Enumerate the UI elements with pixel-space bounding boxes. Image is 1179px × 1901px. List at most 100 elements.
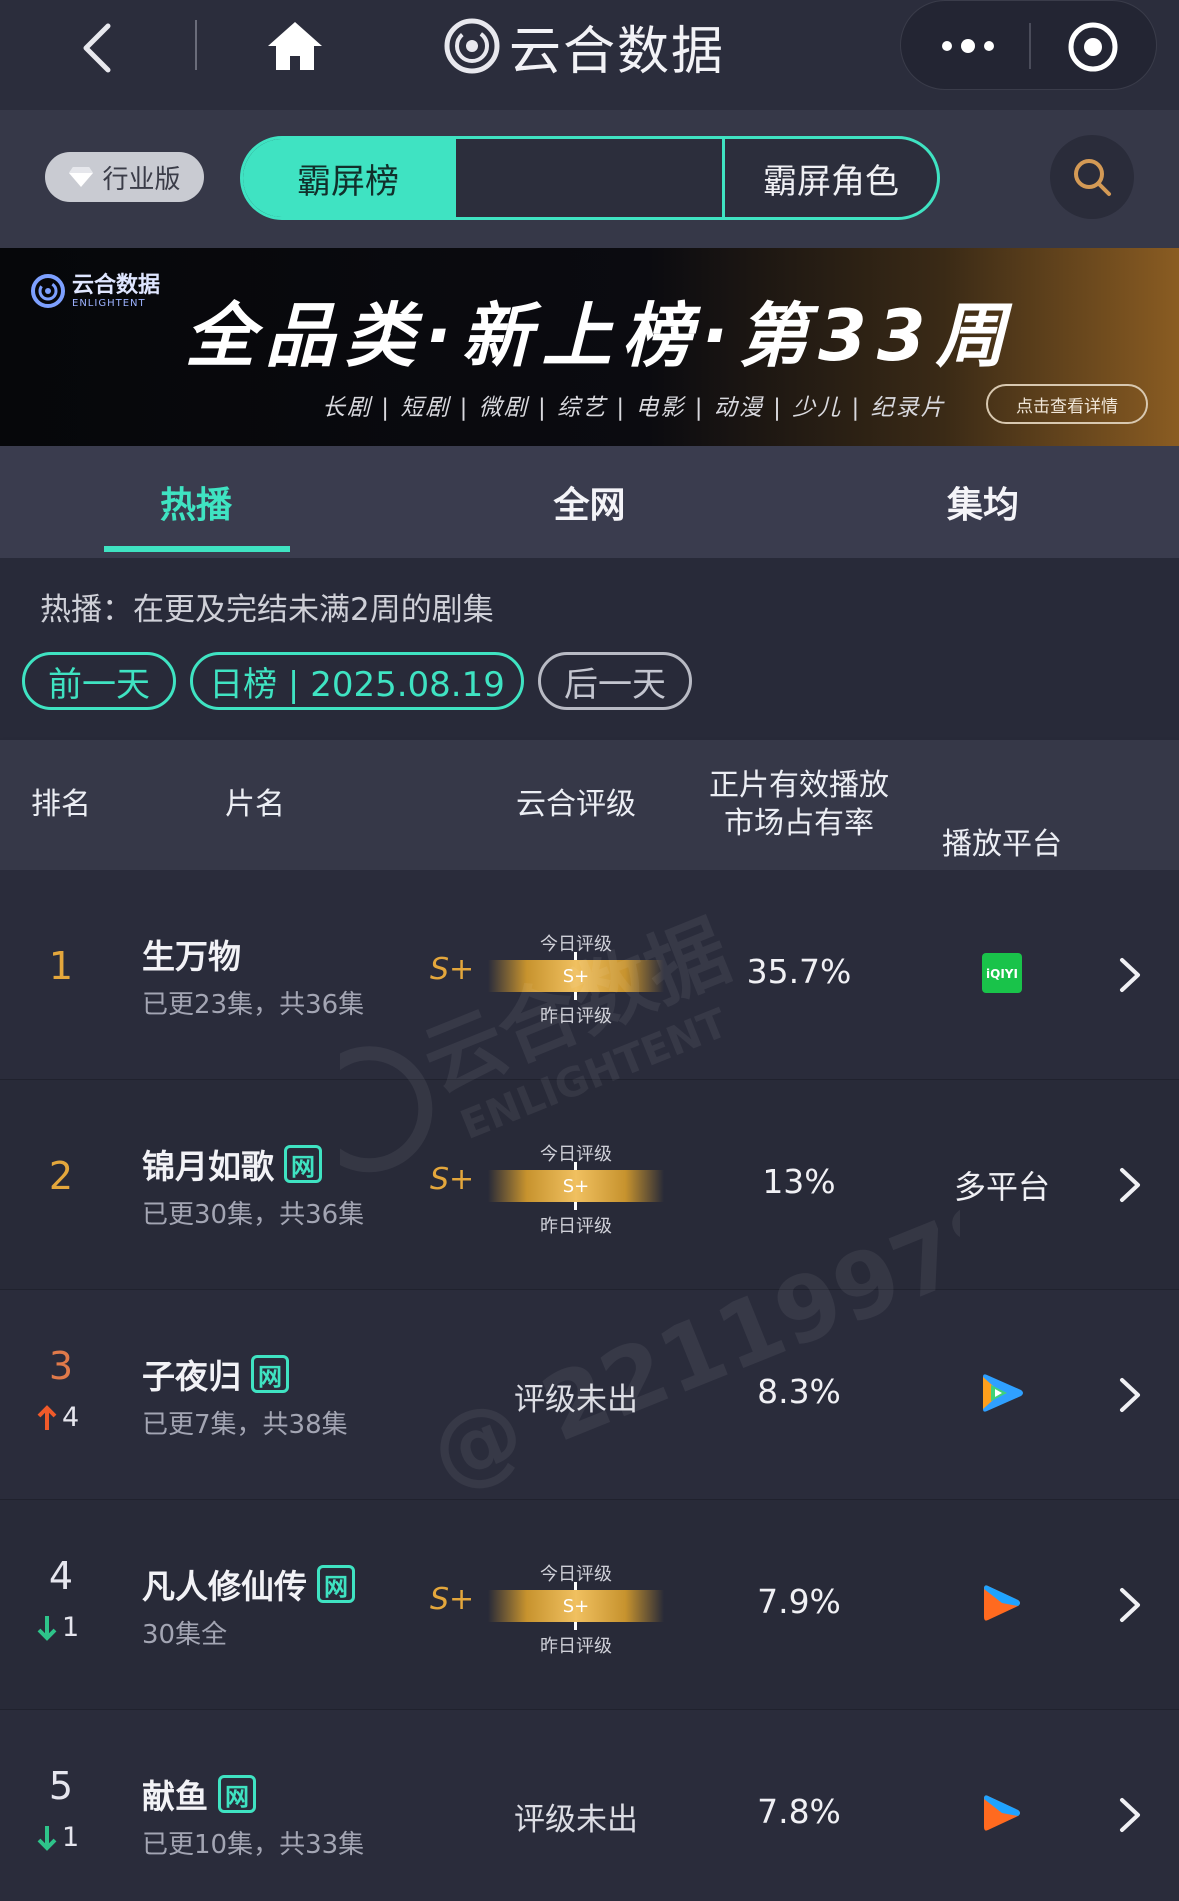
platform-cell: iQIYI — [918, 930, 1086, 1020]
table-row[interactable]: 2 锦月如歌网已更30集，共36集 S+ 今日评级 S+ 昨日评级 13% 多平台 — [0, 1080, 1179, 1290]
tab-hot[interactable]: 热播 — [0, 446, 393, 558]
segment-dominance[interactable]: 霸屏榜 — [243, 139, 453, 217]
enlightent-logo-icon — [444, 18, 500, 74]
app-brand: 云合数据 — [443, 14, 725, 82]
header-share-line2: 市场占有率 — [724, 806, 874, 841]
tab-all-network[interactable]: 全网 — [393, 446, 786, 558]
banner-detail-button[interactable]: 点击查看详情 — [986, 384, 1148, 424]
grade-yesterday-label: 昨日评级 — [540, 1006, 612, 1027]
ranking-switch-bar: 行业版 霸屏榜 霸屏角色 — [0, 110, 1179, 248]
chevron-right-icon[interactable] — [1116, 1374, 1144, 1416]
grade-yesterday-label: 昨日评级 — [540, 1216, 612, 1237]
banner-categories: 长剧 | 短剧 | 微剧 | 综艺 | 电影 | 动漫 | 少儿 | 纪录片 — [322, 395, 946, 421]
grade-meter: 今日评级 S+ 昨日评级 — [488, 930, 664, 1030]
grade-meter: 今日评级 S+ 昨日评级 — [488, 1560, 664, 1660]
youku-icon — [982, 1582, 1022, 1628]
banner-logo-en: ENLIGHTENT — [72, 297, 146, 309]
grade-meter: 今日评级 S+ 昨日评级 — [488, 1140, 664, 1240]
promo-banner[interactable]: 云合数据 ENLIGHTENT 全品类·新上榜·第33周 长剧 | 短剧 | 微… — [0, 248, 1179, 446]
ranking-tabs: 热播 全网 集均 — [0, 446, 1179, 558]
net-drama-tag: 网 — [284, 1145, 322, 1183]
mini-program-capsule — [900, 0, 1157, 90]
grade-value: S+ — [430, 952, 475, 987]
close-target-icon[interactable] — [1067, 21, 1119, 73]
edition-label: 行业版 — [102, 164, 181, 195]
show-title[interactable]: 献鱼 — [142, 1770, 208, 1818]
enlightent-logo-icon — [31, 274, 65, 308]
table-header: 排名 片名 云合评级 正片有效播放 市场占有率 播放平台 — [0, 740, 1179, 870]
episode-status: 已更7集，共38集 — [142, 1410, 348, 1440]
chevron-right-icon[interactable] — [1116, 1584, 1144, 1626]
market-share: 8.3% — [757, 1372, 841, 1411]
banner-logo: 云合数据 ENLIGHTENT — [30, 273, 160, 309]
platform-cell: 多平台 — [918, 1140, 1086, 1230]
show-title[interactable]: 子夜归 — [142, 1350, 241, 1398]
more-icon[interactable] — [937, 31, 999, 61]
rank-number: 4 — [48, 1554, 74, 1598]
grade-value: S+ — [430, 1582, 475, 1617]
header-share-line1: 正片有效播放 — [709, 768, 889, 803]
rank-down-icon — [37, 1615, 57, 1641]
chevron-right-icon[interactable] — [1116, 1164, 1144, 1206]
chevron-right-icon[interactable] — [1116, 954, 1144, 996]
show-title[interactable]: 生万物 — [142, 930, 241, 978]
rank-change: 1 — [36, 1612, 126, 1643]
market-share: 7.8% — [757, 1792, 841, 1831]
table-row[interactable]: 1 生万物 已更23集，共36集 S+ 今日评级 S+ 昨日评级 35.7% iQIYI — [0, 870, 1179, 1080]
rank-change-value: 1 — [62, 1612, 80, 1643]
chevron-right-icon[interactable] — [1116, 1794, 1144, 1836]
grade-bar: S+ — [488, 960, 664, 992]
grade-yesterday-tick — [574, 1622, 577, 1630]
rank-change: 1 — [36, 1822, 126, 1853]
market-share: 7.9% — [757, 1582, 841, 1621]
grade-bar: S+ — [488, 1170, 664, 1202]
home-icon[interactable] — [266, 18, 324, 74]
segment-role[interactable]: 霸屏角色 — [725, 139, 937, 217]
rank-change-value: 1 — [62, 1822, 80, 1853]
rank-change: 4 — [36, 1402, 126, 1433]
back-icon[interactable] — [78, 20, 118, 76]
episode-status: 已更23集，共36集 — [142, 990, 365, 1020]
table-row[interactable]: 5 1 献鱼网已更10集，共33集 评级未出 7.8% — [0, 1710, 1179, 1901]
show-title-wrap: 生万物 — [142, 930, 241, 978]
ranking-list: 1 生万物 已更23集，共36集 S+ 今日评级 S+ 昨日评级 35.7% iQIYI… — [0, 870, 1179, 1901]
platform-text: 多平台 — [953, 1168, 1050, 1206]
diamond-icon — [69, 167, 94, 187]
net-drama-tag: 网 — [251, 1355, 289, 1393]
ranking-type-segment: 霸屏榜 霸屏角色 — [240, 136, 940, 220]
svg-text:iQIYI: iQIYI — [986, 967, 1018, 981]
show-title-wrap: 凡人修仙传网 — [142, 1560, 355, 1608]
rank-number: 2 — [48, 1154, 74, 1198]
show-title-wrap: 子夜归网 — [142, 1350, 289, 1398]
show-title-wrap: 献鱼网 — [142, 1770, 256, 1818]
show-title[interactable]: 凡人修仙传 — [142, 1560, 307, 1608]
table-row[interactable]: 4 1 凡人修仙传网 30集全 S+ 今日评级 S+ 昨日评级 7.9% — [0, 1500, 1179, 1710]
grade-yesterday-tick — [574, 1202, 577, 1210]
rank-number: 3 — [48, 1344, 74, 1388]
banner-title: 全品类·新上榜·第33周 — [185, 295, 1016, 377]
date-selector[interactable]: 日榜 | 2025.08.19 — [190, 652, 524, 710]
edition-badge[interactable]: 行业版 — [45, 152, 204, 202]
episode-status: 已更10集，共33集 — [142, 1830, 365, 1860]
platform-cell — [918, 1560, 1086, 1650]
search-button[interactable] — [1050, 135, 1134, 219]
episode-status: 已更30集，共36集 — [142, 1200, 365, 1230]
net-drama-tag: 网 — [317, 1565, 355, 1603]
grade-yesterday-label: 昨日评级 — [540, 1636, 612, 1657]
show-title[interactable]: 锦月如歌 — [142, 1140, 274, 1188]
table-row[interactable]: 3 4 子夜归网已更7集，共38集 评级未出 8.3% — [0, 1290, 1179, 1500]
prev-day-button[interactable]: 前一天 — [22, 652, 176, 710]
next-day-button[interactable]: 后一天 — [538, 652, 692, 710]
show-title-wrap: 锦月如歌网 — [142, 1140, 322, 1188]
header-share: 正片有效播放 市场占有率 — [680, 740, 918, 870]
filter-description: 热播：在更及完结未满2周的剧集 — [40, 592, 494, 628]
rank-change-value: 4 — [62, 1402, 80, 1433]
grade-bar: S+ — [488, 1590, 664, 1622]
net-drama-tag: 网 — [218, 1775, 256, 1813]
top-nav-bar: 云合数据 — [0, 0, 1179, 110]
rank-number: 1 — [48, 944, 74, 988]
header-name: 片名 — [225, 787, 285, 822]
grade-pending: 评级未出 — [514, 1382, 638, 1418]
tab-per-episode[interactable]: 集均 — [786, 446, 1179, 558]
segment-middle[interactable] — [453, 139, 725, 217]
